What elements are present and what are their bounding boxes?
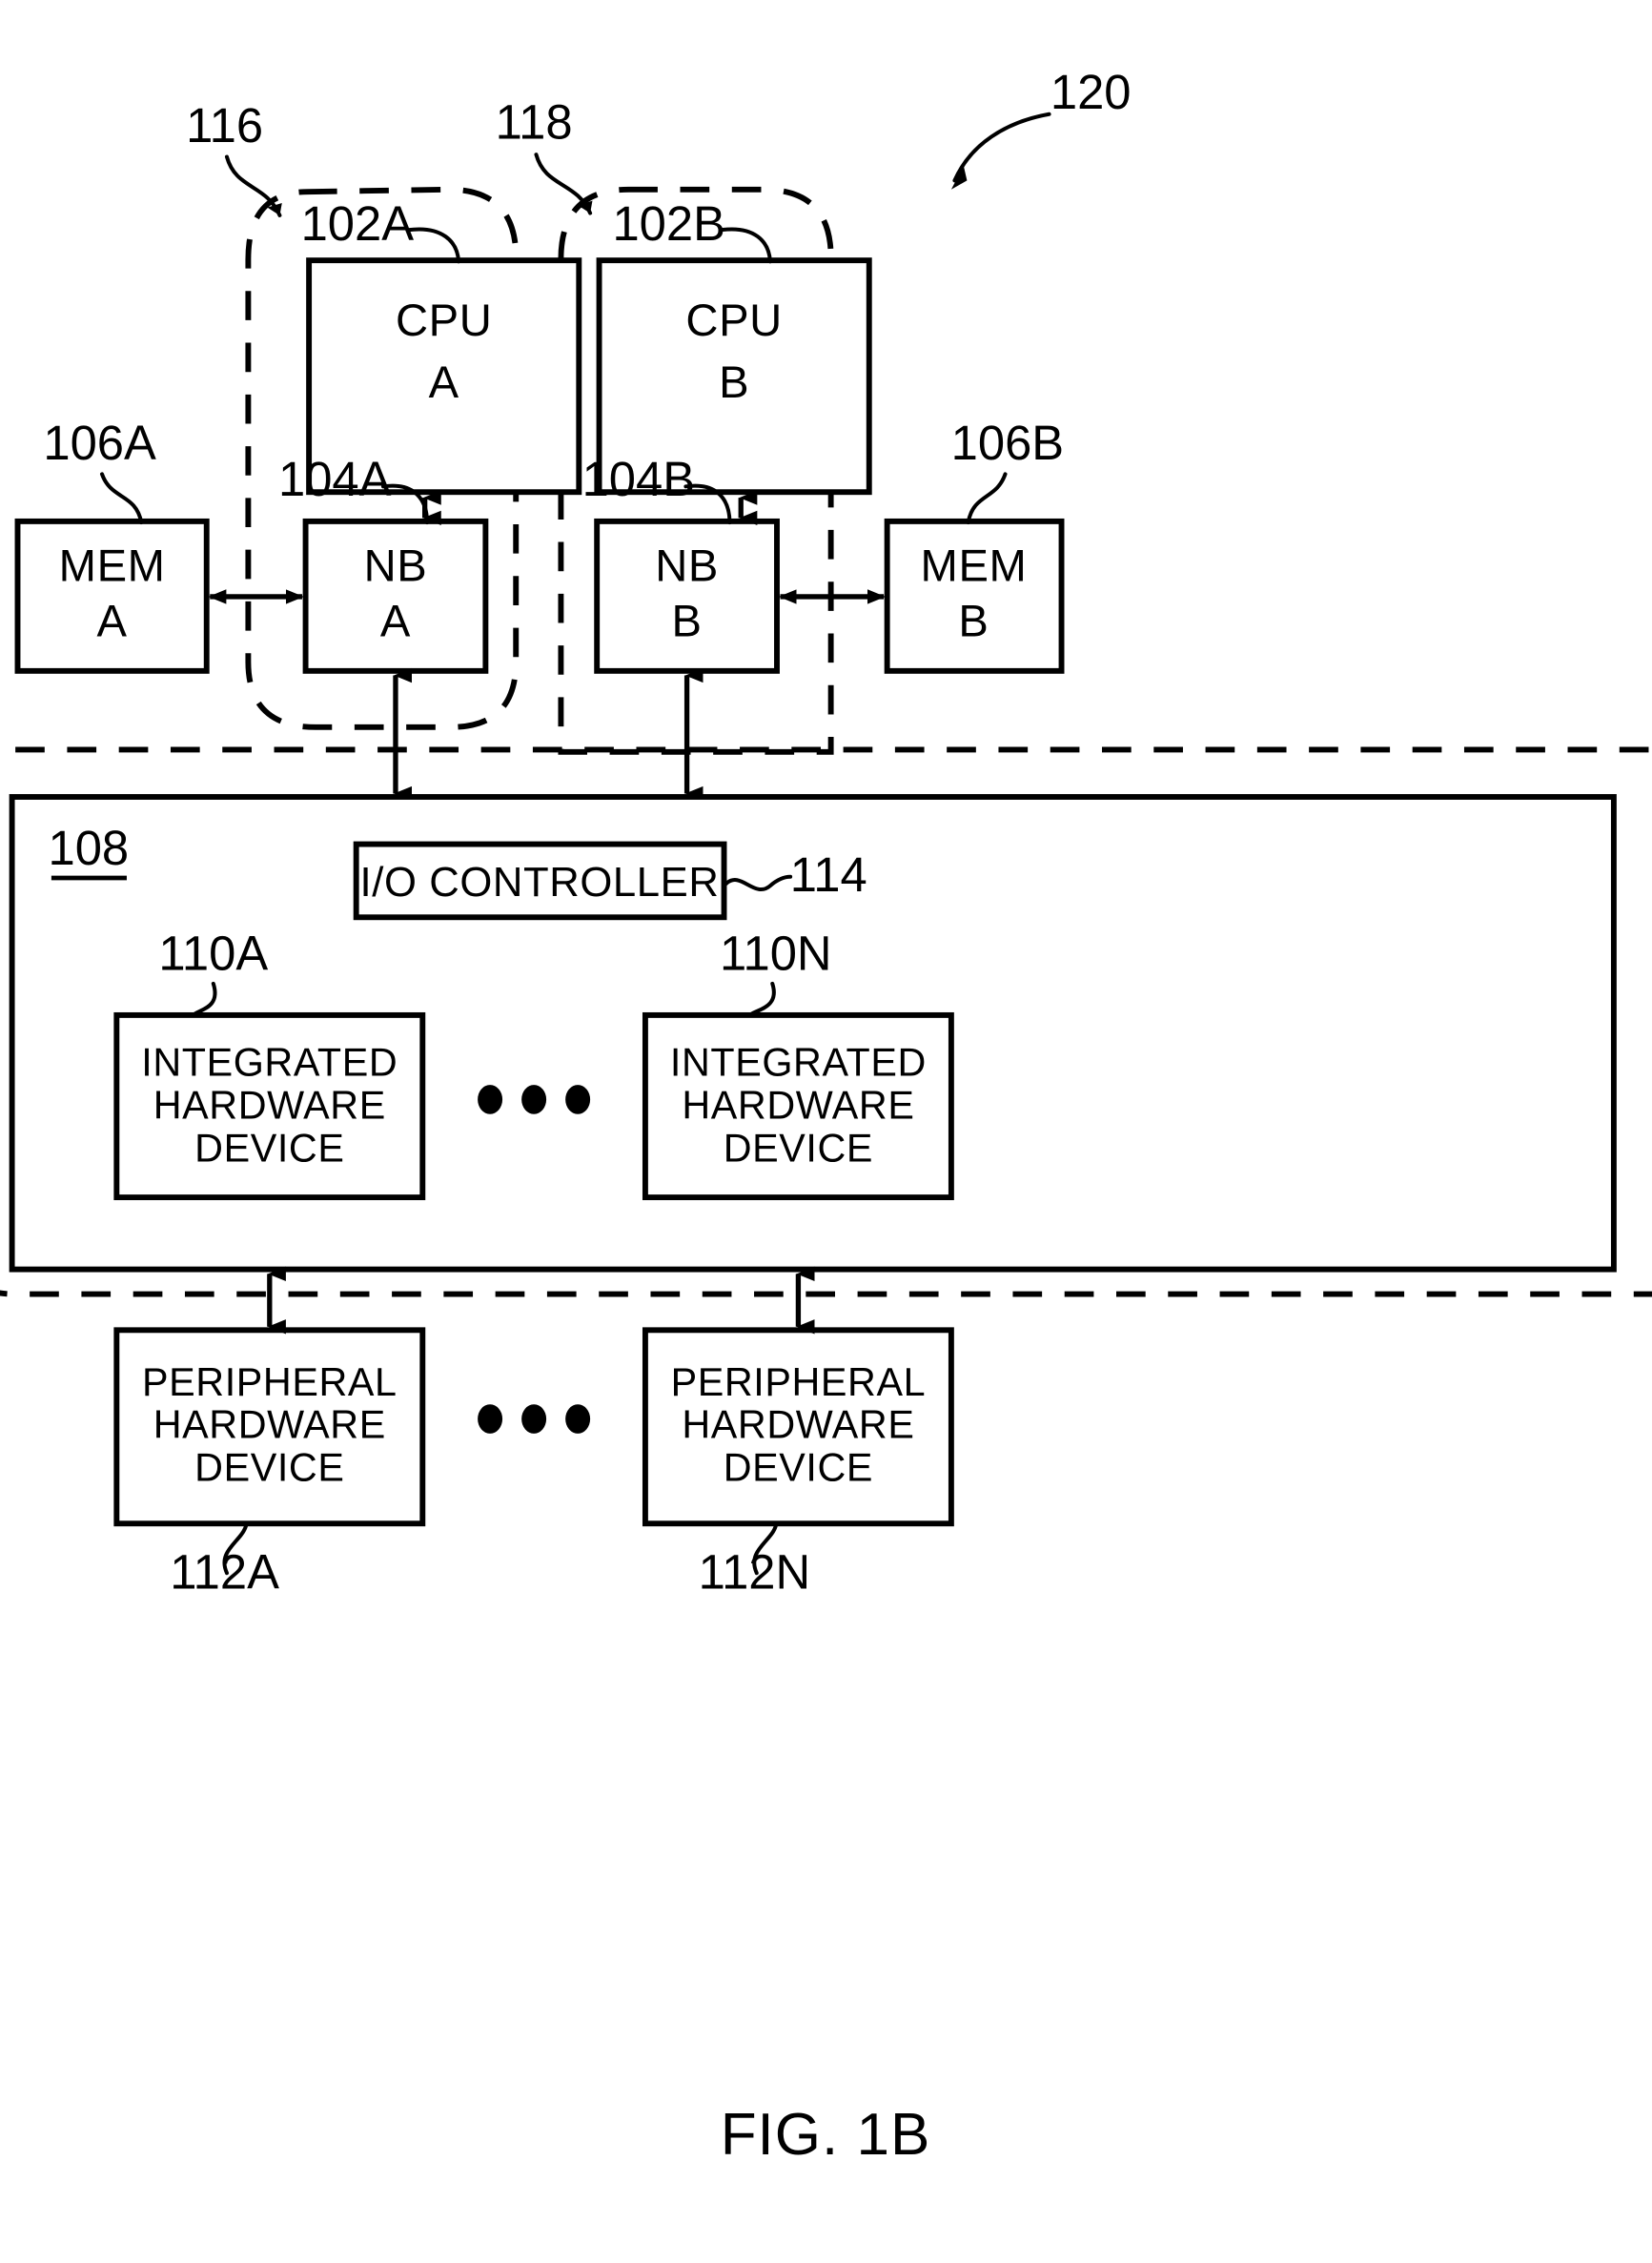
mem-b-ref: 106B	[951, 416, 1065, 470]
figure-canvas: CPUACPUBMEMANBANBBMEMB108I/O CONTROLLERI…	[0, 65, 1652, 2168]
system-ref: 120	[1050, 65, 1132, 119]
peripheral-device-n-line1: PERIPHERAL	[671, 1360, 927, 1404]
cpu-b-label-line2: B	[719, 357, 749, 408]
mem-a-ref: 106A	[43, 416, 156, 470]
integrated-device-n-line1: INTEGRATED	[670, 1041, 927, 1085]
integrated-device-n-ref: 110N	[720, 927, 832, 981]
io-region-ref: 108	[49, 821, 130, 875]
integrated-device-a-ref: 110A	[158, 927, 268, 981]
cpu-b-leader	[718, 227, 772, 264]
integrated-device-n-line2: HARDWARE	[682, 1083, 914, 1127]
peripheral-device-n-line3: DEVICE	[724, 1445, 873, 1489]
mem-a-leader	[99, 472, 144, 525]
nb-a-label-line1: NB	[364, 540, 428, 591]
mem-a-label-line2: A	[97, 596, 128, 646]
cpu-a-ref: 102A	[301, 196, 415, 251]
cpu-b-ref: 102B	[612, 196, 724, 251]
peripheral-device-ellipsis-icon	[478, 1404, 591, 1434]
nb-a-ref: 104A	[278, 452, 392, 506]
cpu-b-label-line1: CPU	[685, 296, 782, 346]
nb-b-label-line1: NB	[655, 540, 719, 591]
system-ref-leader	[952, 112, 1051, 183]
integrated-device-ellipsis-icon	[478, 1085, 591, 1114]
integrated-device-n-line3: DEVICE	[724, 1126, 873, 1170]
io-controller-ref: 114	[790, 847, 867, 902]
peripheral-device-n-line2: HARDWARE	[682, 1403, 914, 1447]
package-a-ref: 116	[186, 98, 263, 153]
nb-a-label-line2: A	[380, 596, 411, 646]
peripheral-device-a-line2: HARDWARE	[153, 1403, 386, 1447]
peripheral-device-a-line3: DEVICE	[194, 1445, 344, 1489]
mem-b-label-line2: B	[958, 596, 989, 646]
nb-b-label-line2: B	[672, 596, 703, 646]
nb-b-ref: 104B	[582, 452, 696, 506]
integrated-device-a-line1: INTEGRATED	[141, 1041, 398, 1085]
integrated-device-a-line2: HARDWARE	[153, 1083, 386, 1127]
cpu-a-label-line2: A	[429, 357, 459, 408]
cpu-a-label-line1: CPU	[396, 296, 492, 346]
mem-b-leader	[966, 472, 1008, 525]
io-controller-label: I/O CONTROLLER	[360, 859, 720, 906]
figure-caption: FIG. 1B	[721, 2102, 931, 2168]
cpu-a-leader	[405, 227, 461, 264]
mem-a-label-line1: MEM	[59, 540, 166, 591]
patent-figure-1b: CPU A CPU B MEM A NB A NB B MEM B 108 I/O CONTROLLER I…	[0, 0, 1652, 2263]
package-b-ref: 118	[496, 95, 573, 150]
mem-b-label-line1: MEM	[921, 540, 1028, 591]
peripheral-device-a-line1: PERIPHERAL	[142, 1360, 398, 1404]
integrated-device-a-line3: DEVICE	[194, 1126, 344, 1170]
